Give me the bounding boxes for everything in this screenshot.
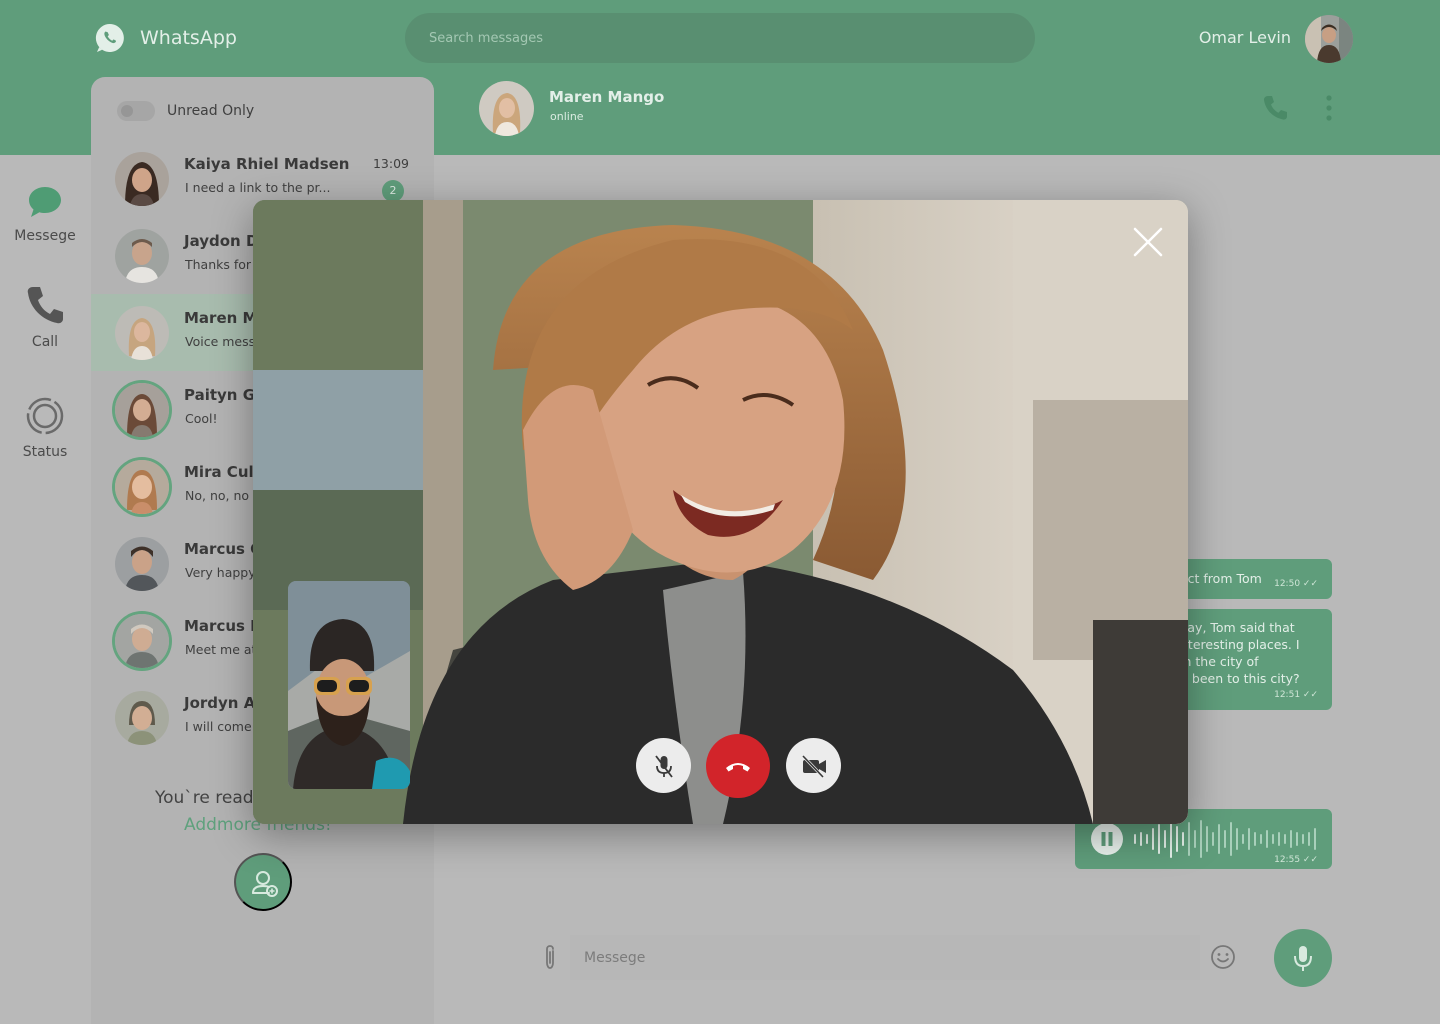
empty-state-text: You`re read (155, 788, 254, 808)
contact-avatar (115, 537, 169, 591)
message-time: 12:50 ✓✓ (1274, 579, 1318, 589)
nav-status[interactable]: Status (0, 396, 90, 460)
end-call-button[interactable] (706, 734, 770, 798)
message-time: 12:55 ✓✓ (1274, 855, 1318, 865)
mic-off-icon (654, 754, 673, 778)
contact-preview: I will come (185, 719, 252, 734)
contact-preview: Thanks for (185, 257, 252, 272)
current-user-name: Omar Levin (1198, 28, 1291, 47)
contact-name: Kaiya Rhiel Madsen (184, 155, 350, 173)
video-off-icon (801, 754, 826, 778)
current-user-avatar[interactable] (1305, 15, 1353, 63)
contact-preview: I need a link to the pr... (185, 180, 331, 195)
contact-preview: Voice mess (185, 334, 256, 349)
contact-avatar (115, 306, 169, 360)
paperclip-icon (546, 945, 554, 969)
more-options-button[interactable] (1319, 94, 1339, 125)
nav-messages[interactable]: Messege (0, 184, 90, 244)
nav-call-label: Call (31, 334, 59, 350)
phone-icon (27, 287, 63, 324)
unread-toggle[interactable] (117, 101, 155, 121)
mute-microphone-button[interactable] (636, 738, 691, 793)
unread-toggle-label: Unread Only (167, 103, 255, 119)
nav-messages-label: Messege (14, 228, 76, 244)
record-voice-button[interactable] (1274, 929, 1332, 987)
emoji-button[interactable] (1210, 944, 1236, 973)
contact-avatar (115, 691, 169, 745)
app-logo[interactable]: WhatsApp (94, 22, 237, 54)
contact-preview: Meet me at (185, 642, 257, 657)
emoji-icon (1211, 945, 1235, 969)
chat-contact-name: Maren Mango (549, 88, 665, 106)
add-friend-button[interactable] (234, 853, 292, 911)
self-video-preview[interactable] (288, 581, 410, 789)
contact-avatar (115, 383, 169, 437)
search-input[interactable] (405, 13, 1035, 63)
contact-avatar (115, 152, 169, 206)
close-call-button[interactable] (1130, 224, 1166, 260)
message-input[interactable] (570, 935, 1200, 980)
contact-name: Marcus E (184, 617, 261, 635)
contact-avatar (115, 229, 169, 283)
attach-button[interactable] (538, 944, 562, 975)
message-bubble[interactable]: vay, Tom said that nteresting places. I … (1168, 609, 1332, 710)
message-time: 12:51 ✓✓ (1274, 690, 1318, 700)
chat-bubble-icon (29, 187, 61, 217)
phone-icon (1263, 96, 1287, 120)
nav-status-label: Status (22, 444, 68, 460)
contact-name: Jordyn A (184, 694, 256, 712)
hang-up-icon (726, 763, 750, 772)
microphone-icon (1294, 946, 1312, 971)
contact-preview: Cool! (185, 411, 218, 426)
contact-avatar (115, 460, 169, 514)
chat-contact-avatar[interactable] (479, 81, 534, 136)
video-call-modal (253, 200, 1188, 824)
contact-preview: No, no, no (185, 488, 250, 503)
contact-time: 13:09 (372, 156, 409, 171)
camera-off-button[interactable] (786, 738, 841, 793)
contact-avatar (115, 614, 169, 668)
close-icon (1133, 227, 1163, 257)
contact-preview: Very happy (185, 565, 256, 580)
whatsapp-logo-icon (95, 23, 124, 52)
nav-call[interactable]: Call (0, 284, 90, 350)
contact-name: Paityn G (184, 386, 256, 404)
add-user-icon (252, 871, 278, 897)
unread-badge: 2 (382, 180, 404, 202)
message-bubble[interactable]: act from Tom 12:50 ✓✓ (1168, 559, 1332, 599)
chat-contact-status: online (550, 110, 584, 123)
voice-call-button[interactable] (1262, 94, 1290, 125)
contact-name: Jaydon D (184, 232, 259, 250)
contact-name: Marcus C (184, 540, 262, 558)
more-vertical-icon (1326, 95, 1332, 121)
app-name: WhatsApp (140, 27, 237, 49)
message-text: vay, Tom said that nteresting places. I … (1180, 620, 1300, 686)
unread-filter[interactable]: Unread Only (117, 101, 254, 121)
status-ring-icon (26, 397, 64, 435)
